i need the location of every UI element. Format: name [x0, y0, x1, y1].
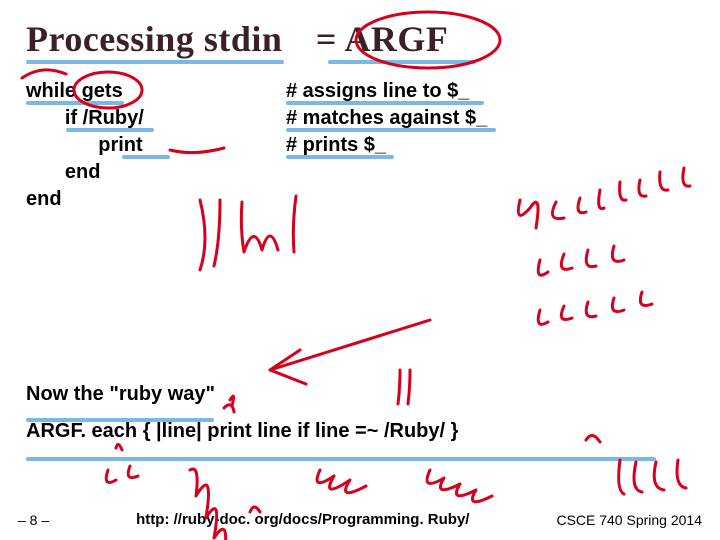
page-number: – 8 –	[18, 512, 49, 528]
title-right: = ARGF	[316, 19, 449, 59]
code-left: if /Ruby/	[26, 105, 286, 132]
code-block: while gets # assigns line to $_ if /Ruby…	[26, 78, 694, 213]
underline	[26, 101, 124, 105]
title-left: Processing stdin	[26, 19, 282, 59]
code-left: end	[26, 159, 286, 186]
underline	[26, 418, 214, 422]
footer: – 8 – http: //ruby-doc. org/docs/Program…	[0, 511, 720, 528]
title-underline-right	[328, 60, 476, 64]
argf-each-line: ARGF. each { |line| print line if line =…	[26, 420, 694, 443]
underline	[286, 101, 484, 105]
slide-title: Processing stdin = ARGF	[26, 18, 694, 60]
underline	[66, 128, 154, 132]
footer-course: CSCE 740 Spring 2014	[556, 512, 702, 528]
underline	[26, 457, 656, 461]
underline	[122, 155, 170, 159]
code-row: end	[26, 186, 694, 213]
now-heading: Now the "ruby way"	[26, 383, 694, 406]
code-left: end	[26, 186, 286, 213]
title-underline-left	[26, 60, 284, 64]
underline	[286, 155, 394, 159]
footer-url: http: //ruby-doc. org/docs/Programming. …	[49, 511, 556, 528]
underline	[286, 128, 496, 132]
code-row: end	[26, 159, 694, 186]
